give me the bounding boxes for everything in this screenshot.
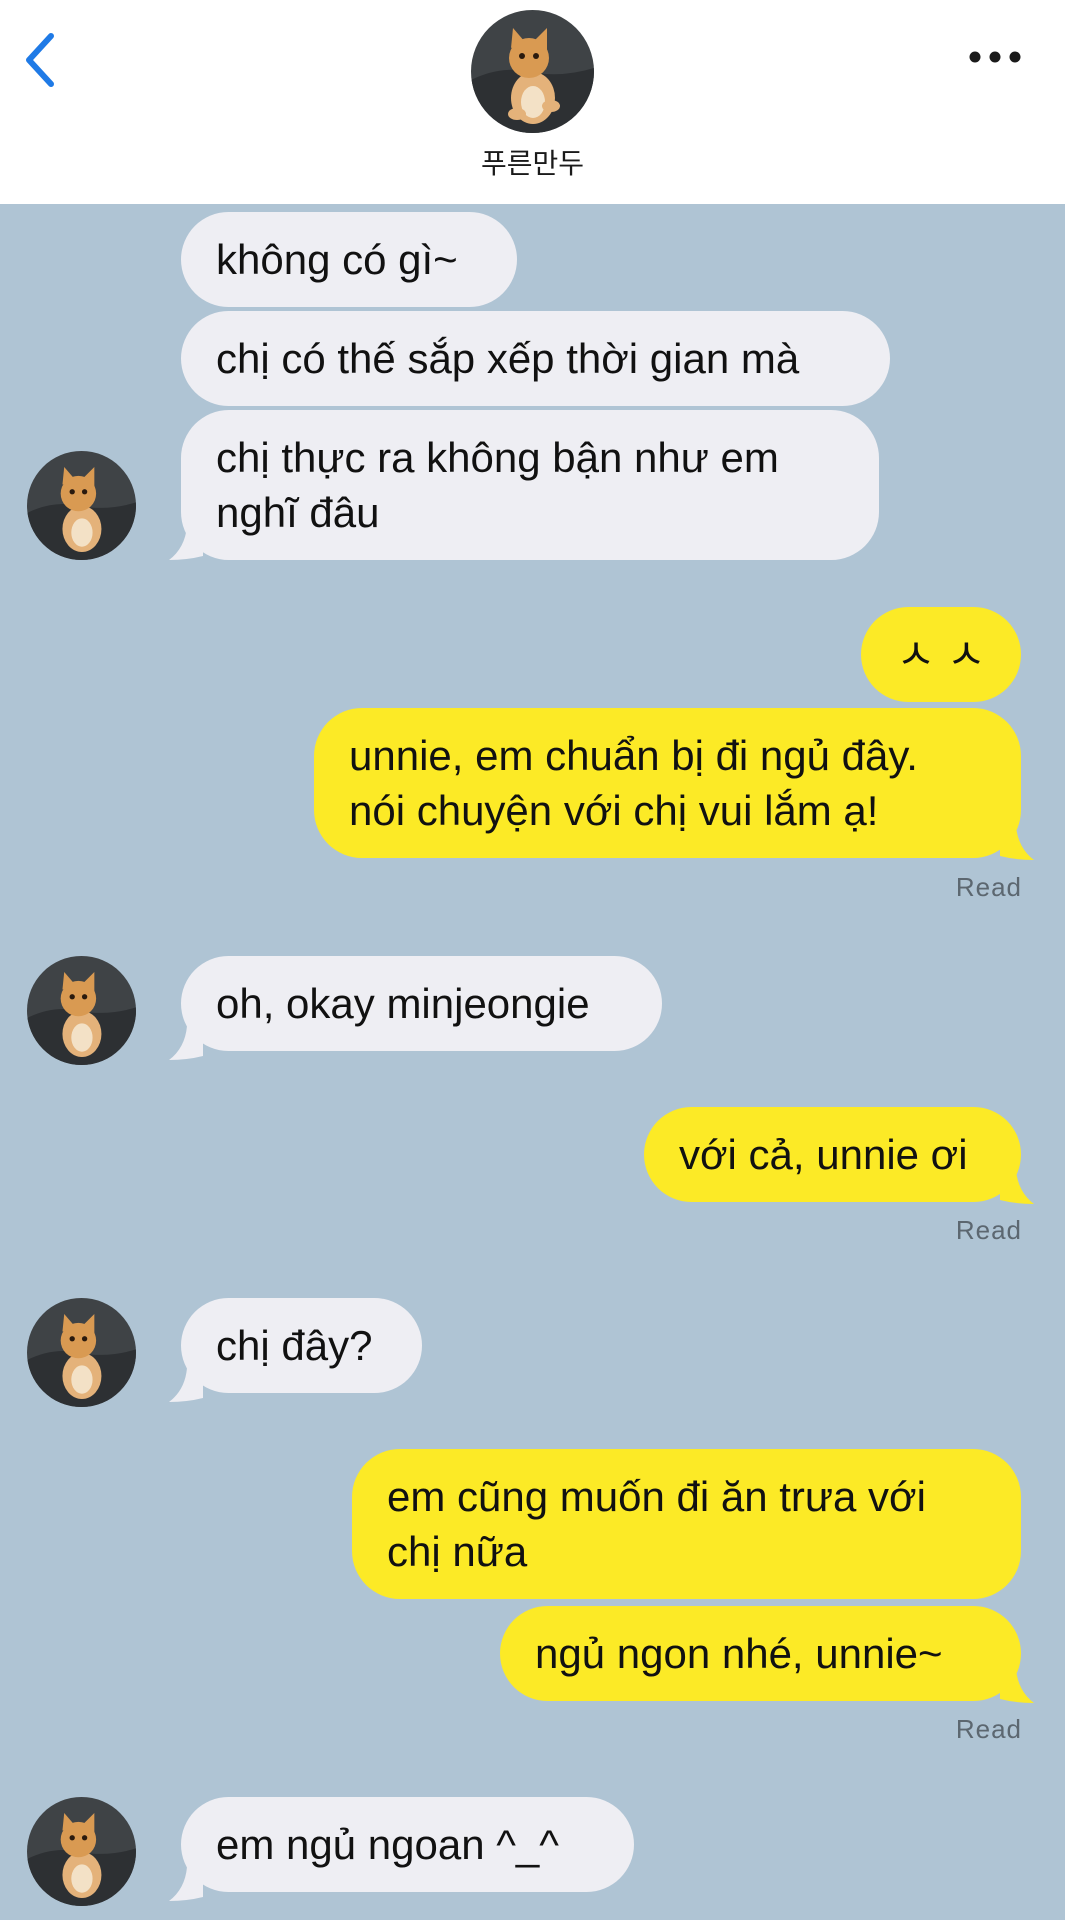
outgoing-message[interactable]: em cũng muốn đi ăn trưa với chị nữa [352, 1449, 1021, 1599]
ellipsis-icon [969, 51, 1021, 63]
incoming-message[interactable]: oh, okay minjeongie [181, 956, 662, 1051]
outgoing-message[interactable]: unnie, em chuẩn bị đi ngủ đây. nói chuyệ… [314, 708, 1021, 858]
more-options-button[interactable] [965, 42, 1025, 72]
back-button[interactable] [20, 30, 60, 90]
incoming-message[interactable]: chị thực ra không bận như em nghĩ đâu [181, 410, 879, 560]
message-list[interactable]: không có gì~ chị có thế sắp xếp thời gia… [0, 204, 1065, 1920]
contact-avatar[interactable] [471, 10, 594, 133]
incoming-message[interactable]: không có gì~ [181, 212, 517, 307]
contact-avatar[interactable] [27, 1298, 136, 1407]
contact-name: 푸른만두 [480, 147, 585, 180]
incoming-message[interactable]: chị có thế sắp xếp thời gian mà [181, 311, 890, 406]
chat-header: 푸른만두 [0, 0, 1065, 204]
outgoing-message[interactable]: ㅅ ㅅ [861, 607, 1021, 702]
outgoing-message[interactable]: ngủ ngon nhé, unnie~ [500, 1606, 1021, 1701]
read-receipt: Read [955, 1215, 1022, 1245]
contact-avatar[interactable] [27, 956, 136, 1065]
read-receipt: Read [955, 872, 1022, 902]
incoming-message[interactable]: chị đây? [181, 1298, 422, 1393]
chevron-left-icon [26, 33, 54, 87]
read-receipt: Read [955, 1714, 1022, 1744]
outgoing-message[interactable]: với cả, unnie ơi [644, 1107, 1021, 1202]
contact-avatar[interactable] [27, 1797, 136, 1906]
incoming-message[interactable]: em ngủ ngoan ^_^ [181, 1797, 634, 1892]
contact-avatar[interactable] [27, 451, 136, 560]
